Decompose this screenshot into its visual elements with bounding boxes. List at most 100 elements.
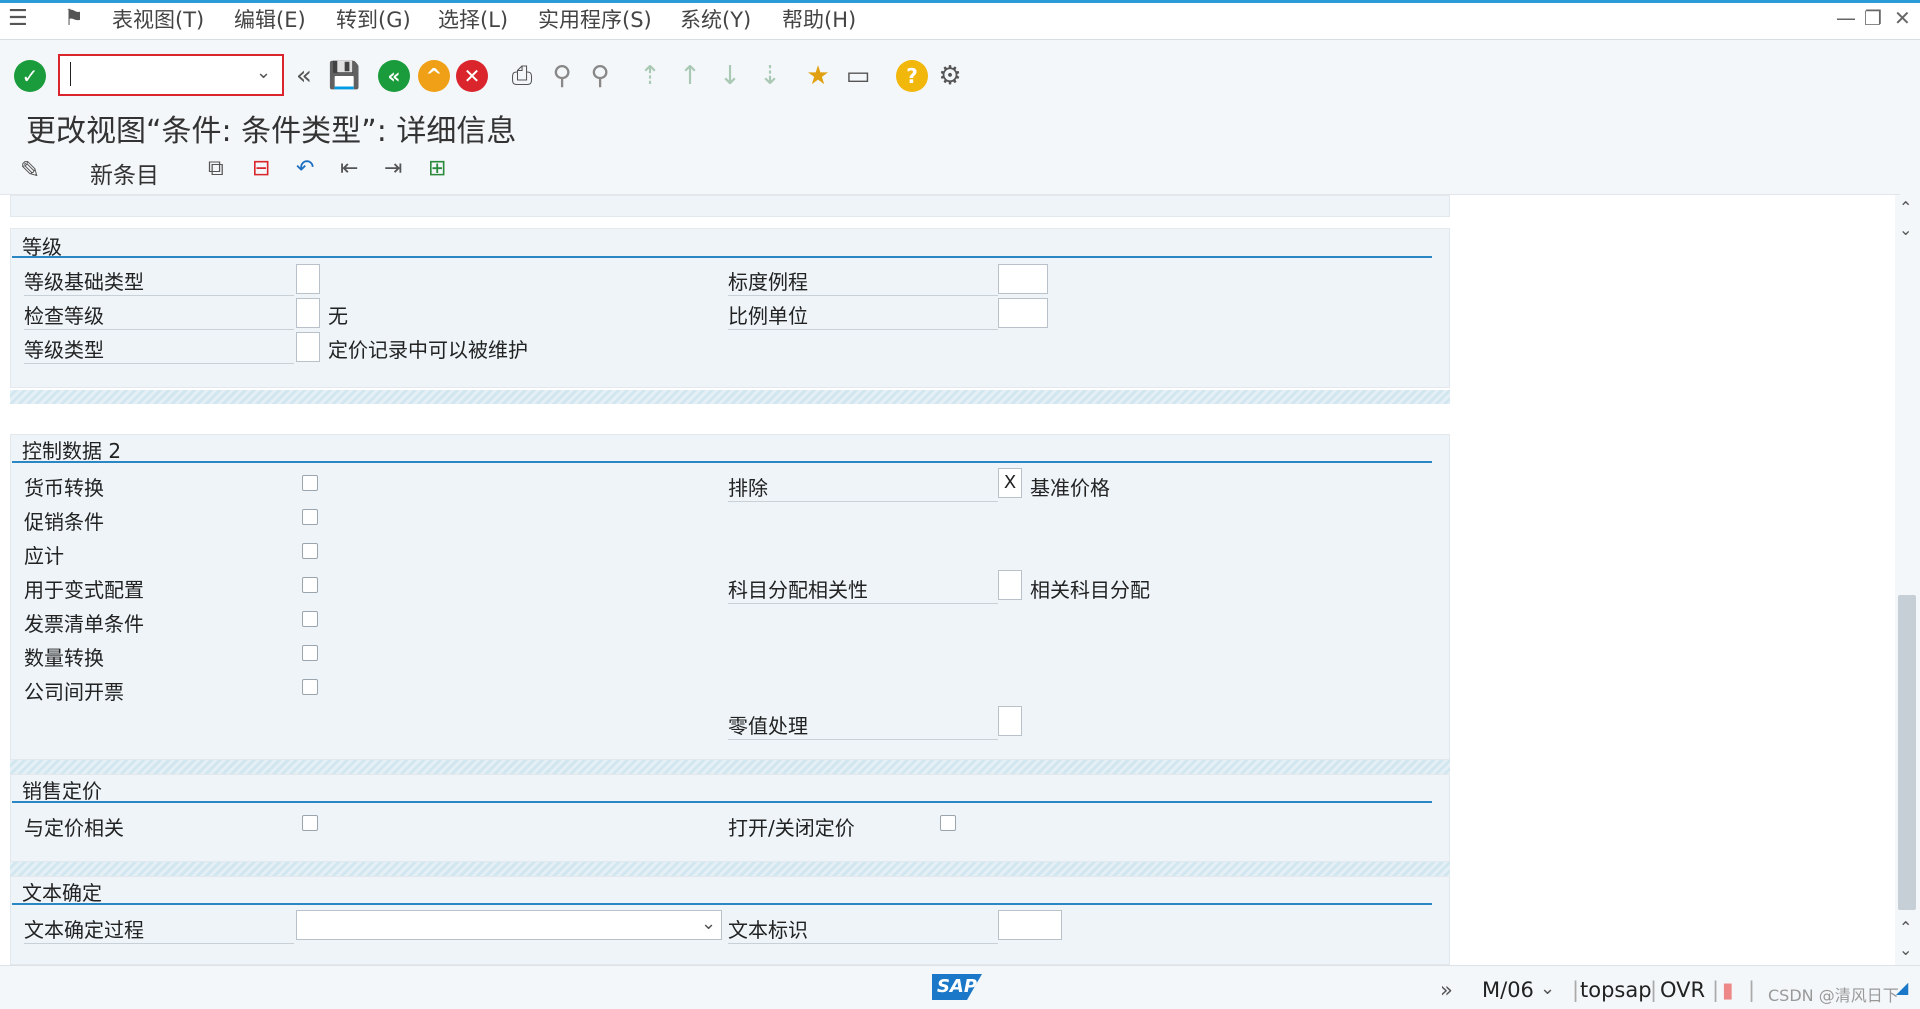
chevron-down-icon[interactable]: ⌄	[701, 913, 716, 934]
scale-base-type-field[interactable]	[296, 264, 320, 294]
find-next-icon[interactable]: ⚲	[584, 60, 616, 92]
menu-selection[interactable]: 选择(L)	[438, 4, 508, 34]
pricing-on-off-checkbox[interactable]	[940, 815, 956, 831]
menu-goto[interactable]: 转到(G)	[336, 4, 411, 34]
shortcut-icon[interactable]: ▭	[842, 60, 874, 92]
acct-assignment-field[interactable]	[998, 570, 1022, 600]
group-separator	[10, 862, 1450, 876]
exclusion-text: 基准价格	[1030, 476, 1110, 500]
menu-utilities[interactable]: 实用程序(S)	[538, 4, 652, 34]
scroll-down-icon[interactable]: ⌄	[1899, 220, 1912, 239]
delete-icon[interactable]: ⊟	[252, 156, 270, 181]
exclusion-label: 排除	[728, 472, 998, 502]
text-procedure-dropdown[interactable]: ⌄	[296, 910, 722, 940]
menu-system[interactable]: 系统(Y)	[680, 4, 751, 34]
menu-table-view[interactable]: 表视图(T)	[112, 4, 204, 34]
display-change-icon[interactable]: ✎	[20, 156, 40, 184]
application-toolbar	[0, 146, 1900, 195]
group-separator	[10, 760, 1450, 774]
promotion-condition-checkbox[interactable]	[302, 509, 318, 525]
performance-icon: ▮	[1722, 978, 1734, 1002]
undo-icon[interactable]: ↶	[296, 156, 314, 181]
session-info[interactable]: M/06	[1482, 978, 1534, 1002]
invoice-list-checkbox[interactable]	[302, 611, 318, 627]
double-chevron-left-icon[interactable]: «	[288, 60, 320, 92]
menu-edit[interactable]: 编辑(E)	[234, 4, 306, 34]
menu-help[interactable]: 帮助(H)	[782, 4, 856, 34]
text-id-label: 文本标识	[728, 914, 998, 944]
check-scale-text: 无	[328, 304, 348, 328]
scrollbar-thumb[interactable]	[1898, 595, 1916, 910]
zero-value-label: 零值处理	[728, 710, 998, 740]
watermark-text: CSDN @清风日下	[1768, 986, 1899, 1005]
next-page-icon[interactable]: ↓	[714, 60, 746, 92]
status-divider: |	[1572, 978, 1580, 1002]
check-scale-field[interactable]	[296, 298, 320, 328]
scale-type-field[interactable]	[296, 332, 320, 362]
scale-formula-field[interactable]	[998, 264, 1048, 294]
first-page-icon[interactable]: ⇡	[634, 60, 666, 92]
enter-icon[interactable]: ✓	[14, 60, 46, 92]
print-icon[interactable]: ⎙	[506, 60, 538, 92]
server-name: topsap	[1580, 978, 1652, 1002]
new-entries-button[interactable]: 新条目	[90, 156, 159, 190]
select-all-icon[interactable]: ⊞	[428, 156, 446, 181]
expand-status-icon[interactable]: »	[1440, 978, 1453, 1002]
exit-icon[interactable]: ^	[418, 60, 450, 92]
accruals-checkbox[interactable]	[302, 543, 318, 559]
zero-value-field[interactable]	[998, 706, 1022, 736]
new-session-icon[interactable]: ★	[802, 60, 834, 92]
menu-icon[interactable]: ☰	[8, 6, 28, 31]
exclusion-field[interactable]: X	[998, 468, 1022, 498]
accruals-label: 应计	[24, 544, 64, 568]
unit-of-measure-label: 比例单位	[728, 300, 998, 330]
pricing-relevant-checkbox[interactable]	[302, 815, 318, 831]
intercompany-label: 公司间开票	[24, 680, 124, 704]
previous-page-icon[interactable]: ↑	[674, 60, 706, 92]
resize-grip-icon[interactable]: ◢	[1896, 978, 1908, 997]
qty-conversion-checkbox[interactable]	[302, 645, 318, 661]
sales-pricing-title: 销售定价	[22, 779, 102, 803]
text-determination-divider	[12, 903, 1432, 905]
variant-config-label: 用于变式配置	[24, 578, 144, 602]
status-divider: |	[1748, 978, 1756, 1002]
status-divider: |	[1650, 978, 1658, 1002]
save-icon[interactable]: 💾	[328, 60, 360, 92]
currency-conversion-checkbox[interactable]	[302, 475, 318, 491]
acct-assignment-text: 相关科目分配	[1030, 578, 1150, 602]
status-divider: |	[1712, 978, 1720, 1002]
scale-type-label: 等级类型	[24, 334, 294, 364]
cancel-icon[interactable]: ✕	[456, 60, 488, 92]
last-page-icon[interactable]: ⇣	[754, 60, 786, 92]
settings-gear-icon[interactable]: ⚙	[934, 60, 966, 92]
scale-type-text: 定价记录中可以被维护	[328, 338, 528, 362]
previous-entry-icon[interactable]: ⇤	[340, 156, 358, 181]
scroll-up-icon[interactable]: ⌃	[1899, 918, 1912, 937]
acct-assignment-label: 科目分配相关性	[728, 574, 998, 604]
insert-mode[interactable]: OVR	[1660, 978, 1705, 1002]
chevron-down-icon[interactable]: ⌄	[1540, 978, 1555, 999]
variant-config-checkbox[interactable]	[302, 577, 318, 593]
layout-icon[interactable]: ⚑	[64, 6, 84, 31]
minimize-icon[interactable]: —	[1836, 6, 1856, 30]
find-icon[interactable]: ⚲	[546, 60, 578, 92]
previous-group-tail	[10, 195, 1450, 217]
intercompany-checkbox[interactable]	[302, 679, 318, 695]
text-id-field[interactable]	[998, 910, 1062, 940]
text-determination-title: 文本确定	[22, 881, 102, 905]
command-field[interactable]: ⌄	[58, 54, 284, 96]
copy-icon[interactable]: ⧉	[208, 156, 224, 181]
chevron-down-icon[interactable]: ⌄	[256, 62, 271, 83]
help-icon[interactable]: ?	[896, 60, 928, 92]
text-cursor	[70, 62, 71, 86]
control-data-2-divider	[12, 461, 1432, 463]
next-entry-icon[interactable]: ⇥	[384, 156, 402, 181]
scroll-down-icon[interactable]: ⌄	[1899, 940, 1912, 959]
pricing-relevant-label: 与定价相关	[24, 816, 124, 840]
invoice-list-label: 发票清单条件	[24, 612, 144, 636]
close-icon[interactable]: ✕	[1894, 6, 1911, 30]
unit-of-measure-field[interactable]	[998, 298, 1048, 328]
restore-icon[interactable]: ❐	[1864, 6, 1882, 30]
back-icon[interactable]: «	[378, 60, 410, 92]
scroll-up-icon[interactable]: ⌃	[1899, 198, 1912, 217]
